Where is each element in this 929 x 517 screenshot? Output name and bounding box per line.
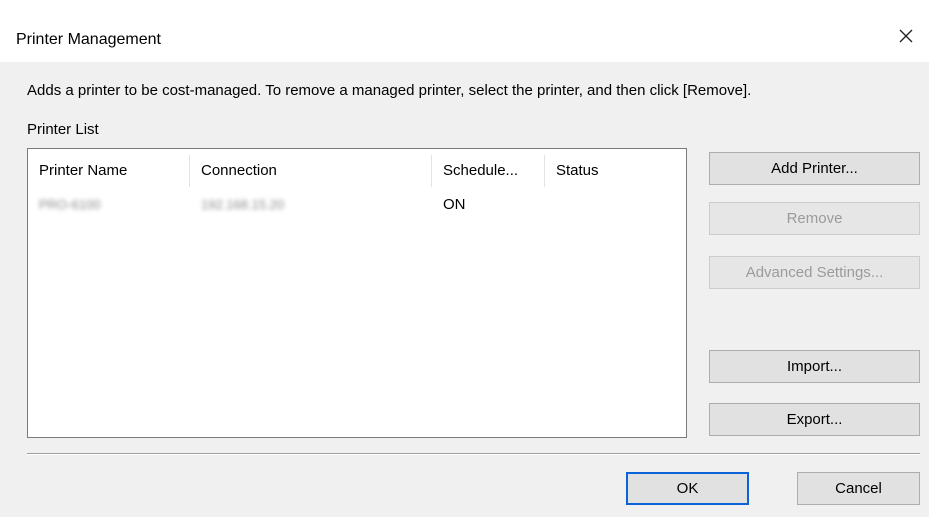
table-row[interactable]: PRO-6100 192.168.15.20 ON	[28, 193, 686, 217]
printer-list-view[interactable]: Printer Name Connection Schedule... Stat…	[27, 148, 687, 438]
printer-name-cell: PRO-6100	[39, 197, 101, 212]
status-cell	[545, 193, 686, 217]
instruction-text: Adds a printer to be cost-managed. To re…	[27, 82, 752, 99]
ok-button[interactable]: OK	[626, 472, 749, 505]
printer-management-dialog: Printer Management Adds a printer to be …	[0, 0, 929, 517]
add-printer-button[interactable]: Add Printer...	[709, 152, 920, 185]
printer-list-label: Printer List	[27, 121, 99, 138]
import-label: Import...	[786, 358, 842, 375]
close-icon	[898, 28, 914, 44]
cancel-label: Cancel	[835, 480, 882, 497]
column-header-printer-name[interactable]: Printer Name	[28, 149, 189, 193]
connection-cell: 192.168.15.20	[201, 197, 285, 212]
export-label: Export...	[786, 411, 843, 428]
close-button[interactable]	[883, 10, 929, 62]
add-printer-label: Add Printer...	[771, 160, 858, 177]
remove-button[interactable]: Remove	[709, 202, 920, 235]
advanced-settings-button[interactable]: Advanced Settings...	[709, 256, 920, 289]
title-bar[interactable]: Printer Management	[0, 10, 929, 62]
advanced-settings-label: Advanced Settings...	[745, 264, 884, 281]
window-top-edge	[0, 0, 929, 10]
ok-label: OK	[676, 480, 699, 497]
column-header-schedule[interactable]: Schedule...	[432, 149, 544, 193]
footer-separator	[27, 453, 920, 455]
import-button[interactable]: Import...	[709, 350, 920, 383]
remove-label: Remove	[786, 210, 843, 227]
export-button[interactable]: Export...	[709, 403, 920, 436]
schedule-cell: ON	[443, 196, 466, 213]
window-title: Printer Management	[16, 31, 161, 48]
list-header: Printer Name Connection Schedule... Stat…	[28, 149, 686, 193]
cancel-button[interactable]: Cancel	[797, 472, 920, 505]
column-header-connection[interactable]: Connection	[190, 149, 431, 193]
column-header-status[interactable]: Status	[545, 149, 686, 193]
